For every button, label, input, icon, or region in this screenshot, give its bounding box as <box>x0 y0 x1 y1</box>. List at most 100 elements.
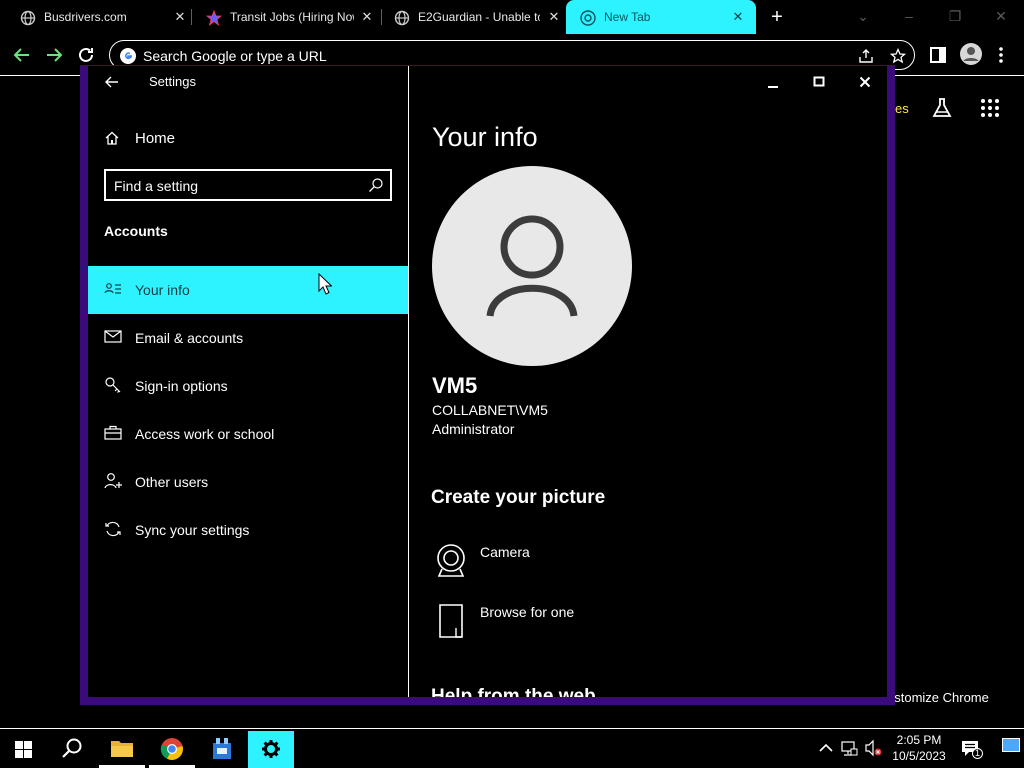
chrome-icon <box>160 738 183 760</box>
tab-close-icon[interactable]: ✕ <box>546 9 562 25</box>
section-header: Accounts <box>104 223 168 239</box>
new-tab-button[interactable]: + <box>767 7 787 27</box>
notification-count-badge: 1 <box>972 748 983 759</box>
tab-title: Busdrivers.com <box>44 10 127 24</box>
share-icon[interactable] <box>858 48 874 64</box>
settings-content-pane: Your info VM5 COLLABNET\VM5 Administrato… <box>409 66 887 697</box>
taskbar-settings[interactable] <box>248 731 294 768</box>
tab-title: New Tab <box>604 10 651 24</box>
forward-arrow-icon[interactable] <box>43 44 65 66</box>
clock-date: 10/5/2023 <box>892 749 946 763</box>
taskbar-network-app[interactable] <box>199 731 245 768</box>
globe-icon <box>394 10 410 26</box>
nav-item-email-accounts[interactable]: Email & accounts <box>88 314 408 362</box>
nav-item-label: Sign-in options <box>135 378 228 394</box>
page-title: Your info <box>432 122 538 152</box>
tab-busdrivers[interactable]: Busdrivers.com ✕ <box>0 0 192 34</box>
search-icon[interactable] <box>368 177 384 193</box>
avatar <box>432 166 632 366</box>
back-arrow-icon[interactable] <box>102 72 122 92</box>
windows-start-icon[interactable] <box>15 741 32 758</box>
taskbar: 2:05 PM 10/5/2023 1 <box>0 728 1024 768</box>
browse-option[interactable]: Browse for one <box>431 601 651 645</box>
key-icon <box>105 377 121 393</box>
maximize-icon[interactable] <box>809 72 829 92</box>
back-arrow-icon[interactable] <box>11 44 33 66</box>
reload-icon[interactable] <box>75 44 97 66</box>
show-desktop-button[interactable] <box>1002 738 1020 752</box>
taskbar-file-explorer[interactable] <box>99 731 145 768</box>
google-g-icon <box>120 48 136 64</box>
nav-item-label: Email & accounts <box>135 330 244 346</box>
settings-sidebar: Settings Home Accounts <box>88 66 408 697</box>
home-nav-item[interactable]: Home <box>104 130 175 147</box>
action-center-button[interactable]: 1 <box>961 739 983 759</box>
chrome-menu-icon[interactable] <box>993 45 1009 65</box>
tab-transit-jobs[interactable]: Transit Jobs (Hiring Now ✕ <box>192 0 382 34</box>
tab-close-icon[interactable]: ✕ <box>730 9 746 25</box>
browse-label: Browse for one <box>480 604 575 620</box>
tab-new-tab[interactable]: New Tab ✕ <box>566 0 756 34</box>
tab-search-chevron-icon[interactable]: ⌄ <box>853 6 873 26</box>
nav-item-label: Access work or school <box>135 426 275 442</box>
camera-label: Camera <box>480 544 530 560</box>
chrome-icon <box>580 10 596 26</box>
nav-item-label: Other users <box>135 474 209 490</box>
tab-title: E2Guardian - Unable to <box>418 10 540 24</box>
profile-avatar-icon[interactable] <box>959 42 983 66</box>
camera-icon <box>437 544 465 577</box>
network-app-icon <box>213 738 231 759</box>
clock-time: 2:05 PM <box>896 733 942 747</box>
labs-flask-icon[interactable] <box>931 97 953 119</box>
close-icon[interactable] <box>855 72 875 92</box>
nav-item-access-work-school[interactable]: Access work or school <box>88 410 408 458</box>
camera-option[interactable]: Camera <box>431 541 651 585</box>
file-icon <box>439 604 463 638</box>
clock[interactable]: 2:05 PM 10/5/2023 <box>887 732 951 764</box>
chevron-up-icon[interactable] <box>817 739 835 757</box>
taskbar-chrome[interactable] <box>149 731 195 768</box>
help-header-partial: Help from the web <box>431 686 596 697</box>
volume-muted-icon[interactable] <box>864 739 882 757</box>
nav-item-label: Sync your settings <box>135 522 250 538</box>
tab-title: Transit Jobs (Hiring Now <box>230 10 354 24</box>
find-setting-input[interactable] <box>114 176 354 196</box>
star-logo-icon <box>206 10 222 26</box>
mouse-cursor-icon <box>318 273 332 295</box>
nav-item-your-info[interactable]: Your info <box>88 266 408 314</box>
window-title: Settings <box>149 74 196 89</box>
customize-chrome-button[interactable]: ustomize Chrome <box>887 690 989 705</box>
browser-minimize-icon[interactable]: – <box>899 6 919 26</box>
apps-grid-icon[interactable] <box>979 97 1001 119</box>
settings-window: Settings Home Accounts <box>80 65 895 705</box>
briefcase-icon <box>104 425 122 440</box>
browser-close-icon[interactable]: ✕ <box>991 6 1011 26</box>
nav-item-other-users[interactable]: Other users <box>88 458 408 506</box>
home-icon <box>105 131 119 145</box>
tab-close-icon[interactable]: ✕ <box>359 9 375 25</box>
tab-e2guardian[interactable]: E2Guardian - Unable to ✕ <box>382 0 566 34</box>
nav-item-sign-in-options[interactable]: Sign-in options <box>88 362 408 410</box>
find-setting-search <box>104 169 392 201</box>
nav-item-sync-settings[interactable]: Sync your settings <box>88 506 408 554</box>
globe-icon <box>20 10 36 26</box>
user-role: Administrator <box>432 421 515 437</box>
person-icon <box>486 215 578 317</box>
search-icon[interactable] <box>61 737 83 759</box>
gear-icon <box>262 740 280 758</box>
user-domain: COLLABNET\VM5 <box>432 402 548 418</box>
ntp-shortcut-fragment[interactable]: es <box>895 101 909 116</box>
bookmark-star-icon[interactable] <box>890 48 906 64</box>
browser-tab-strip: Busdrivers.com ✕ Transit Jobs (Hiring No… <box>0 0 1024 34</box>
sync-icon <box>105 521 121 537</box>
side-panel-icon[interactable] <box>928 45 948 65</box>
browser-restore-icon[interactable]: ❐ <box>945 6 965 26</box>
accounts-nav-list: Your info Email & accounts Sign-in optio… <box>88 266 408 554</box>
user-name: VM5 <box>432 373 478 398</box>
nav-item-label: Your info <box>135 282 190 298</box>
mail-icon <box>104 330 122 343</box>
home-label: Home <box>135 130 176 147</box>
minimize-icon[interactable] <box>763 72 783 92</box>
network-icon[interactable] <box>840 739 858 757</box>
tab-close-icon[interactable]: ✕ <box>172 9 188 25</box>
